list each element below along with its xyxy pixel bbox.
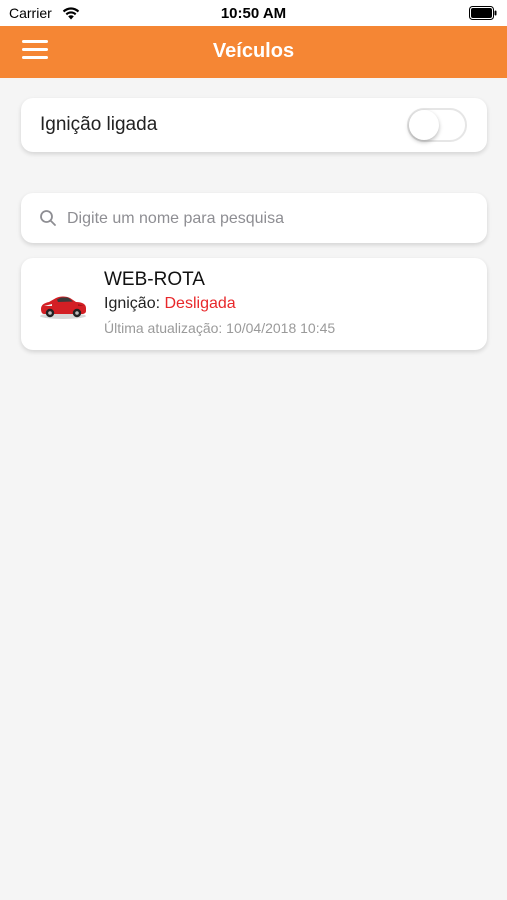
last-update: Última atualização: 10/04/2018 10:45 [104, 320, 336, 336]
vehicle-list-item[interactable]: WEB-ROTA Ignição: Desligada Última atual… [21, 258, 487, 350]
ignition-toggle[interactable] [407, 108, 467, 142]
search-icon [40, 210, 56, 226]
ignition-filter-card: Ignição ligada [21, 98, 487, 152]
search-bar [21, 193, 487, 243]
red-car-icon [40, 296, 86, 319]
battery-icon [469, 6, 497, 20]
ignition-filter-label: Ignição ligada [40, 114, 158, 135]
search-input[interactable] [65, 203, 469, 235]
toggle-knob [409, 110, 439, 140]
clock: 10:50 AM [220, 5, 287, 22]
vehicle-ignition: Ignição: Desligada [104, 295, 236, 313]
ignition-label: Ignição: [104, 295, 161, 312]
status-bar: Carrier 10:50 AM [0, 0, 507, 26]
vehicle-name: WEB-ROTA [104, 269, 205, 290]
navigation-bar: Veículos [0, 26, 507, 78]
page-title: Veículos [212, 40, 295, 62]
ignition-status: Desligada [164, 295, 236, 312]
